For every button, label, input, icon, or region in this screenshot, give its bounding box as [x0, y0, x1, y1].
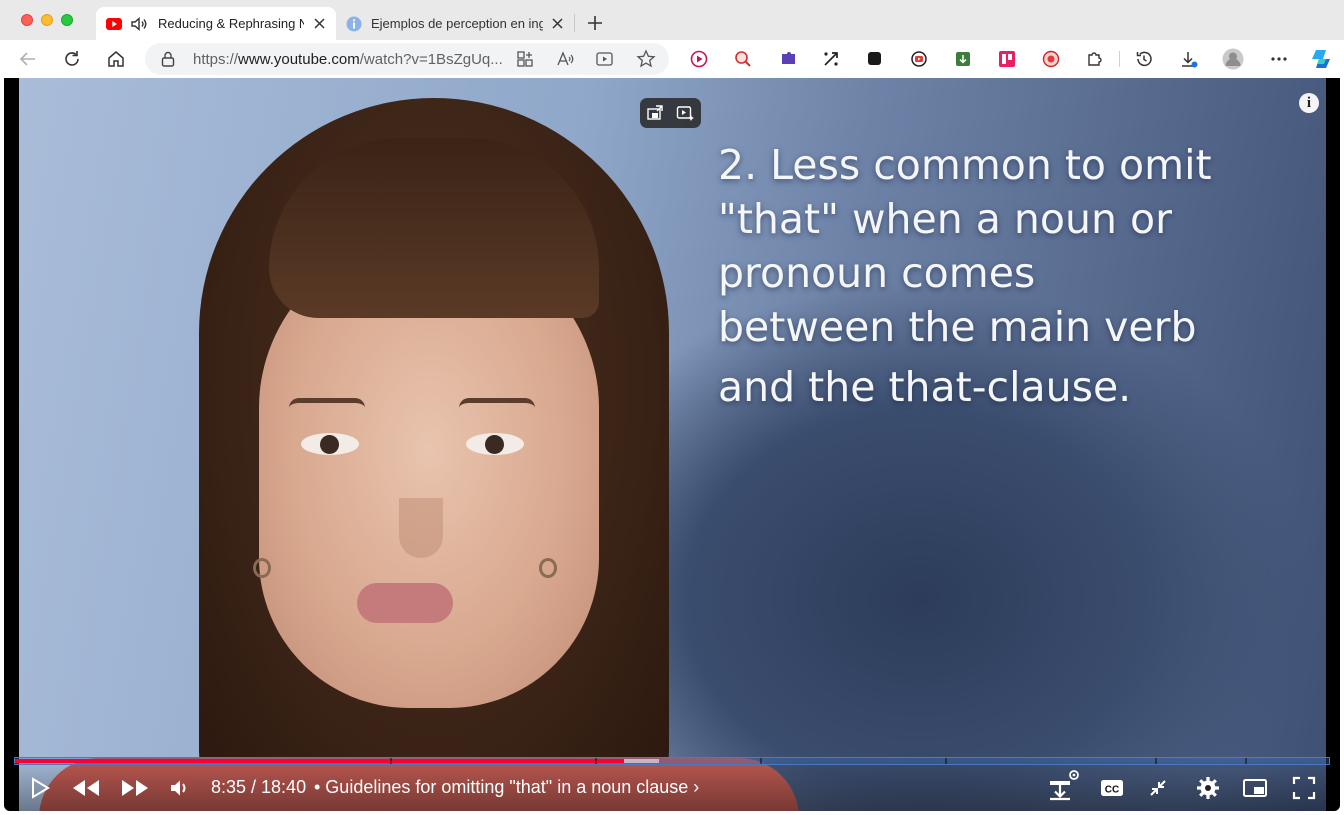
rewind-icon[interactable] [70, 775, 102, 801]
presenter-brow [459, 398, 535, 408]
video-info-button[interactable]: i [1299, 93, 1319, 113]
tab-ejemplos[interactable]: Ejemplos de perception en ingl [336, 7, 574, 40]
presenter-earring [253, 558, 271, 578]
svg-text:CC: CC [1105, 785, 1119, 796]
shuffle-extension-icon[interactable] [821, 49, 841, 69]
settings-gear-icon[interactable] [1195, 775, 1221, 801]
exit-fullscreen-arrows-icon[interactable] [1145, 775, 1171, 801]
presenter-brow [289, 398, 365, 408]
closed-captions-icon[interactable]: CC [1099, 775, 1125, 801]
fast-forward-icon[interactable] [119, 775, 151, 801]
toolbar-divider [1119, 51, 1120, 67]
extensions-puzzle-icon[interactable] [1085, 49, 1105, 69]
slide-line: between the main verb [718, 303, 1197, 351]
reload-icon[interactable] [62, 49, 82, 69]
window-close-button[interactable] [21, 14, 33, 26]
close-tab-icon[interactable] [313, 17, 326, 30]
window-minimize-button[interactable] [41, 14, 53, 26]
slide-line: pronoun comes [718, 249, 1036, 297]
speaker-icon[interactable] [130, 15, 148, 33]
puzzle-purple-extension-icon[interactable] [779, 49, 799, 69]
youtube-icon [106, 18, 122, 30]
time-display: 8:35 / 18:40 [211, 777, 307, 797]
window-maximize-button[interactable] [61, 14, 73, 26]
tab-youtube-video[interactable]: Reducing & Rephrasing No [96, 7, 336, 40]
slide-text: 2. Less common to omit "that" when a nou… [718, 138, 1212, 414]
slide-line: and the that-clause. [718, 363, 1132, 411]
notes-extension-icon[interactable] [865, 49, 885, 69]
favorite-star-icon[interactable] [636, 49, 656, 69]
play-icon[interactable] [27, 775, 53, 801]
fullscreen-icon[interactable] [1291, 775, 1317, 801]
presenter-earring [539, 558, 557, 578]
profile-avatar-icon[interactable] [1222, 48, 1244, 70]
miniplayer-icon[interactable] [1242, 775, 1268, 801]
volume-icon[interactable] [168, 775, 194, 801]
search-extension-icon[interactable] [733, 49, 753, 69]
autoplay-settings-icon[interactable] [1047, 768, 1081, 802]
downloads-icon[interactable] [1179, 49, 1199, 69]
video-play-extension-icon[interactable] [689, 49, 709, 69]
chapter-title-link[interactable]: • Guidelines for omitting "that" in a no… [314, 777, 699, 798]
tab-title: Ejemplos de perception en ingl [371, 16, 543, 31]
back-arrow-icon[interactable] [18, 49, 38, 69]
record-extension-icon[interactable] [1041, 49, 1061, 69]
video-share-icon[interactable] [595, 49, 615, 69]
lock-icon[interactable] [161, 51, 175, 67]
browser-toolbar: https://www.youtube.com/watch?v=1BsZgUq.… [0, 40, 1344, 113]
read-aloud-icon[interactable] [555, 49, 575, 69]
home-icon[interactable] [106, 49, 126, 69]
info-icon [346, 16, 362, 32]
more-menu-icon[interactable] [1269, 49, 1289, 69]
picture-in-picture-pop-icon[interactable] [646, 104, 664, 122]
slide-line: "that" when a noun or [718, 195, 1172, 243]
presenter-eye [301, 433, 359, 455]
download-green-extension-icon[interactable] [953, 49, 973, 69]
tab-divider [574, 14, 575, 32]
url-text[interactable]: https://www.youtube.com/watch?v=1BsZgUq.… [193, 51, 503, 68]
youtube-extension-icon[interactable] [909, 49, 929, 69]
presenter-mouth [357, 583, 453, 623]
video-enhance-icon[interactable] [676, 104, 694, 122]
app-available-icon[interactable] [515, 49, 535, 69]
copilot-icon[interactable] [1309, 47, 1333, 71]
presenter-nose [399, 498, 443, 558]
floating-video-controls [640, 98, 701, 128]
history-icon[interactable] [1134, 49, 1154, 69]
address-bar[interactable]: https://www.youtube.com/watch?v=1BsZgUq.… [145, 43, 669, 75]
tab-title: Reducing & Rephrasing No [158, 16, 304, 31]
trello-extension-icon[interactable] [997, 49, 1017, 69]
new-tab-plus-icon[interactable] [586, 14, 604, 32]
browser-titlebar: Reducing & Rephrasing No Ejemplos de per… [0, 0, 1344, 40]
slide-line: 2. Less common to omit [718, 141, 1212, 189]
presenter-eye [466, 433, 524, 455]
close-tab-icon[interactable] [551, 17, 564, 30]
